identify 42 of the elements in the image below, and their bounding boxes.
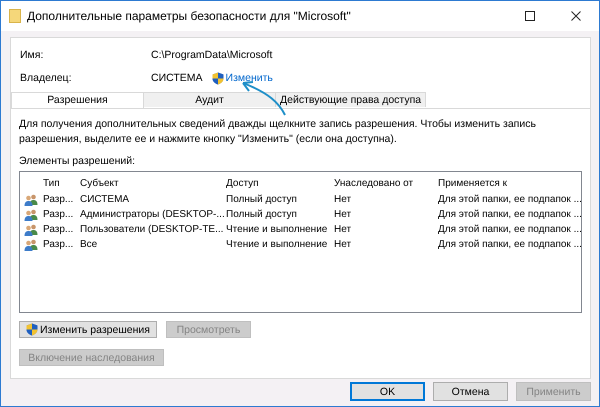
shield-icon xyxy=(26,323,38,336)
field-value: СИСТЕМА xyxy=(151,72,203,84)
field-value: C:\ProgramData\Microsoft xyxy=(151,49,272,61)
column-header[interactable]: Доступ xyxy=(223,178,331,189)
table-cell-text: Разр... xyxy=(42,194,74,205)
window-title: Дополнительные параметры безопасности для "Microsoft" xyxy=(27,9,352,23)
table-cell-text: Чтение и выполнение xyxy=(225,224,328,235)
list-label: Элементы разрешений: xyxy=(19,155,136,167)
table-cell-text: СИСТЕМА xyxy=(79,194,130,205)
table-cell-text: Нет xyxy=(333,194,352,205)
table-cell-text: Полный доступ xyxy=(225,209,298,220)
table-cell-text: Чтение и выполнение xyxy=(225,239,328,250)
table-cell-text: Все xyxy=(79,239,98,250)
column-header[interactable]: Применяется к xyxy=(435,178,577,189)
tab[interactable]: Действующие права доступа xyxy=(275,92,426,107)
description-text: Для получения дополнительных сведений дважды щелкните запись разрешения. Чтобы изменить запись разрешения, выделите ее и нажмите кнопку "Изменить" (если она доступна). xyxy=(19,117,537,147)
dialog-button[interactable]: Отмена xyxy=(433,382,508,401)
users-icon xyxy=(24,208,38,220)
table-cell-text: Администраторы (DESKTOP-... xyxy=(79,209,223,220)
table-cell-text: Пользователи (DESKTOP-TE... xyxy=(79,224,223,235)
shield-icon xyxy=(212,72,224,84)
table-cell-text: Разр... xyxy=(42,209,74,220)
change-link[interactable]: Изменить xyxy=(212,72,273,84)
column-header[interactable]: Тип xyxy=(40,178,77,189)
dialog-button[interactable]: OK xyxy=(350,382,425,401)
column-header[interactable]: Унаследовано от xyxy=(331,178,435,189)
users-icon xyxy=(24,194,38,206)
column-header[interactable]: Субъект xyxy=(77,178,223,189)
folder-icon xyxy=(9,9,21,23)
table-cell-text: Полный доступ xyxy=(225,194,298,205)
table-cell-text: Нет xyxy=(333,209,352,220)
tab[interactable]: Разрешения xyxy=(11,92,144,108)
action-button[interactable]: Изменить разрешения xyxy=(19,321,157,338)
users-icon xyxy=(24,238,38,250)
table-cell-text: Разр... xyxy=(42,239,74,250)
table-cell-text: Нет xyxy=(333,224,352,235)
field-label: Владелец: xyxy=(20,72,72,84)
table-cell-text: Разр... xyxy=(42,224,74,235)
field-label: Имя: xyxy=(20,49,44,61)
users-icon xyxy=(24,224,38,236)
table-cell-text: Нет xyxy=(333,239,352,250)
tab[interactable]: Аудит xyxy=(143,92,276,107)
